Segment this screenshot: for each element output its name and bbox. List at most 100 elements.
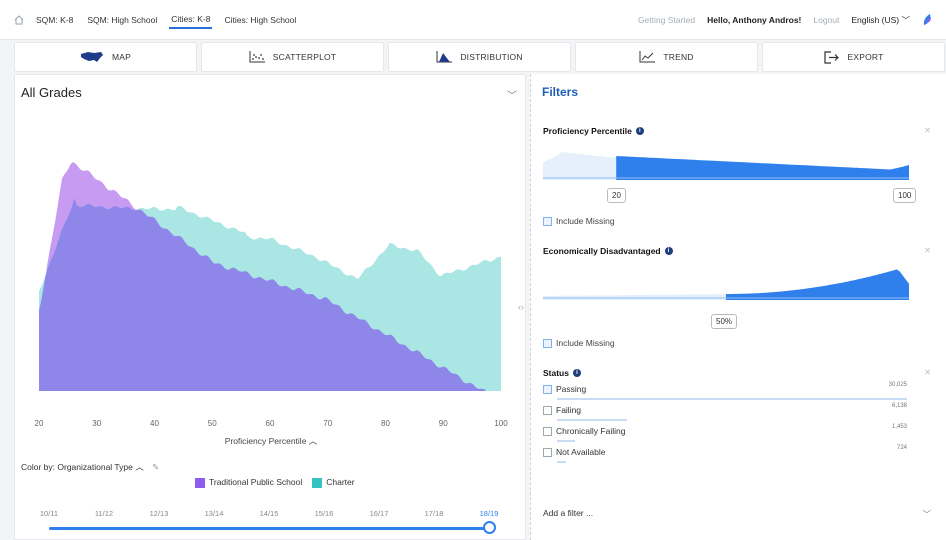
x-tick-label: 60 bbox=[265, 419, 275, 428]
tab-sqm-high-school[interactable]: SQM: High School bbox=[85, 12, 159, 28]
chevron-down-icon: ﹀ bbox=[901, 15, 910, 25]
year-label[interactable]: 12/13 bbox=[150, 509, 169, 518]
getting-started-link[interactable]: Getting Started bbox=[638, 15, 695, 25]
status-option-text: Passing bbox=[556, 384, 587, 394]
x-tick-label: 90 bbox=[438, 419, 448, 428]
trend-label: TREND bbox=[663, 52, 694, 62]
color-by-control[interactable]: Color by: Organizational Type ︿ ✎ bbox=[21, 461, 159, 473]
x-tick-label: 30 bbox=[92, 419, 102, 428]
status-option-label: Chronically Failing bbox=[543, 426, 626, 437]
status-option-bar bbox=[557, 398, 907, 400]
export-button[interactable]: EXPORT bbox=[762, 42, 945, 72]
panel-resize-handle[interactable]: ‹› bbox=[518, 302, 524, 312]
year-label[interactable]: 11/12 bbox=[95, 509, 113, 518]
checkbox-icon[interactable] bbox=[543, 427, 552, 437]
color-by-label: Color by: bbox=[21, 462, 56, 472]
proficiency-filter: Proficiency Percentile i ✕ 20 100 Includ… bbox=[543, 126, 931, 234]
status-option[interactable]: Passing 30,025 bbox=[543, 382, 909, 403]
scatterplot-icon bbox=[249, 51, 265, 63]
trend-icon bbox=[639, 51, 656, 63]
close-icon[interactable]: ✕ bbox=[924, 126, 931, 135]
status-option-label: Failing bbox=[543, 405, 582, 416]
status-option-bar bbox=[557, 419, 627, 421]
status-option-text: Failing bbox=[556, 405, 582, 415]
x-tick-label: 20 bbox=[34, 419, 44, 428]
x-axis-label[interactable]: Proficiency Percentile ︿ bbox=[15, 435, 527, 447]
histogram-selected bbox=[726, 269, 909, 300]
status-option-count: 1,453 bbox=[891, 424, 907, 430]
status-option-text: Chronically Failing bbox=[556, 426, 626, 436]
scatterplot-button[interactable]: SCATTERPLOT bbox=[201, 42, 384, 72]
logout-link[interactable]: Logout bbox=[813, 15, 839, 25]
x-tick-label: 40 bbox=[150, 419, 159, 428]
chevron-down-icon[interactable]: ﹀ bbox=[507, 87, 517, 102]
add-filter-select[interactable]: Add a filter ... ﹀ bbox=[543, 508, 931, 519]
info-icon[interactable]: i bbox=[664, 247, 673, 255]
tab-sqm-k8[interactable]: SQM: K-8 bbox=[34, 12, 75, 28]
econ-threshold-value[interactable]: 50% bbox=[711, 314, 738, 329]
year-label[interactable]: 17/18 bbox=[425, 509, 444, 518]
legend-tps: Traditional Public School bbox=[195, 477, 302, 488]
close-icon[interactable]: ✕ bbox=[924, 246, 931, 255]
year-label[interactable]: 10/11 bbox=[40, 509, 58, 518]
econ-include-missing[interactable]: Include Missing bbox=[543, 338, 615, 349]
status-title: Status bbox=[543, 368, 569, 378]
status-option[interactable]: Chronically Failing 1,453 bbox=[543, 424, 909, 445]
status-options: Passing 30,025 Failing 6,138 Chronically Fai… bbox=[543, 382, 909, 466]
distribution-label: DISTRIBUTION bbox=[460, 52, 523, 62]
status-option-text: Not Available bbox=[556, 447, 606, 457]
status-option-label: Passing bbox=[543, 384, 587, 395]
proficiency-histogram[interactable] bbox=[543, 142, 909, 182]
proficiency-min-value[interactable]: 20 bbox=[607, 188, 626, 203]
checkbox-icon[interactable] bbox=[543, 406, 552, 416]
proficiency-include-missing-label: Include Missing bbox=[556, 216, 615, 226]
filters-title: Filters bbox=[542, 85, 579, 99]
close-icon[interactable]: ✕ bbox=[924, 368, 931, 377]
distribution-button[interactable]: DISTRIBUTION bbox=[388, 42, 571, 72]
status-option[interactable]: Failing 6,138 bbox=[543, 403, 909, 424]
checkbox-icon[interactable] bbox=[543, 448, 552, 458]
year-slider-track[interactable] bbox=[49, 527, 489, 530]
econ-histogram[interactable] bbox=[543, 262, 909, 302]
legend: Traditional Public School Charter bbox=[195, 477, 355, 488]
info-icon[interactable]: i bbox=[635, 127, 644, 135]
checkbox-icon[interactable] bbox=[543, 385, 552, 395]
home-icon[interactable] bbox=[14, 14, 24, 25]
add-filter-label: Add a filter ... bbox=[543, 508, 594, 518]
distribution-icon bbox=[436, 51, 453, 63]
scatterplot-label: SCATTERPLOT bbox=[272, 52, 337, 62]
x-tick-label: 80 bbox=[381, 419, 390, 428]
export-icon bbox=[823, 50, 839, 64]
distribution-chart bbox=[39, 162, 501, 391]
year-label[interactable]: 18/19 bbox=[480, 509, 499, 518]
proficiency-title: Proficiency Percentile bbox=[543, 126, 632, 136]
proficiency-include-missing[interactable]: Include Missing bbox=[543, 216, 615, 227]
year-label[interactable]: 14/15 bbox=[260, 509, 279, 518]
proficiency-max-value[interactable]: 100 bbox=[893, 188, 917, 203]
language-label: English (US) bbox=[851, 15, 900, 25]
year-label[interactable]: 16/17 bbox=[370, 509, 389, 518]
map-button[interactable]: MAP bbox=[14, 42, 197, 72]
us-map-icon bbox=[80, 52, 103, 62]
proficiency-header: Proficiency Percentile i bbox=[543, 126, 931, 136]
histogram-selected bbox=[616, 156, 909, 180]
status-option-bar bbox=[557, 461, 566, 463]
language-select[interactable]: English (US) ﹀ bbox=[851, 14, 910, 26]
status-option-label: Not Available bbox=[543, 447, 606, 458]
tab-cities-high-school[interactable]: Cities: High School bbox=[222, 12, 298, 28]
legend-tps-label: Traditional Public School bbox=[209, 477, 303, 487]
status-option-count: 724 bbox=[896, 445, 907, 451]
year-label[interactable]: 13/14 bbox=[205, 509, 224, 518]
pencil-icon[interactable]: ✎ bbox=[152, 462, 159, 472]
checkbox-icon bbox=[543, 339, 552, 349]
trend-button[interactable]: TREND bbox=[575, 42, 758, 72]
year-label[interactable]: 15/16 bbox=[315, 509, 334, 518]
grade-select[interactable]: All Grades bbox=[21, 85, 82, 100]
econ-header: Economically Disadvantaged i bbox=[543, 246, 931, 256]
year-slider-handle[interactable] bbox=[483, 521, 496, 534]
tab-cities-k8[interactable]: Cities: K-8 bbox=[169, 11, 213, 29]
info-icon[interactable]: i bbox=[572, 369, 581, 377]
x-tick-label: 70 bbox=[323, 419, 333, 428]
status-option[interactable]: Not Available 724 bbox=[543, 445, 909, 466]
logo-icon bbox=[923, 14, 931, 25]
